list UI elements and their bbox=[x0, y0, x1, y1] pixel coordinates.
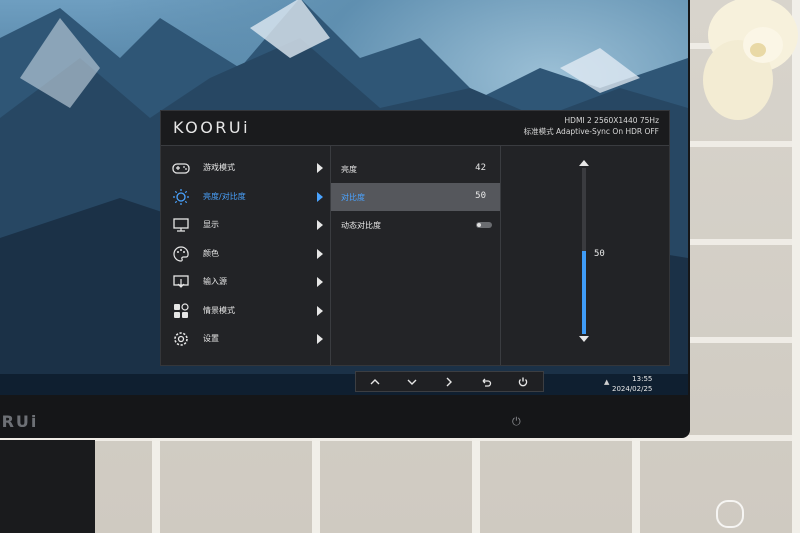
menu-item-color[interactable]: 颜色 bbox=[161, 240, 330, 268]
menu-item-label: 游戏模式 bbox=[203, 163, 235, 172]
chevron-right-icon bbox=[317, 334, 323, 344]
monitor-body: KOORUi HDMI 2 2560X1440 75Hz 标准模式 Adapti… bbox=[0, 0, 690, 438]
slider-up-arrow-icon bbox=[579, 160, 589, 166]
osd-header: KOORUi HDMI 2 2560X1440 75Hz 标准模式 Adapti… bbox=[161, 111, 669, 146]
bezel-power-icon[interactable]: ⏻ bbox=[512, 415, 521, 429]
osd-button-bar bbox=[355, 371, 544, 392]
chevron-right-icon bbox=[317, 220, 323, 230]
menu-item-label: 亮度/对比度 bbox=[203, 192, 246, 201]
menu-item-scene-mode[interactable]: 情景模式 bbox=[161, 297, 330, 325]
menu-item-settings[interactable]: 设置 bbox=[161, 325, 330, 353]
signal-line-1: HDMI 2 2560X1440 75Hz bbox=[564, 116, 659, 125]
monitor-stand bbox=[0, 440, 95, 533]
palette-icon bbox=[173, 246, 189, 262]
submenu-column: 亮度 42 对比度 50 动态对比度 bbox=[331, 146, 501, 365]
chevron-right-icon bbox=[317, 249, 323, 259]
submenu-item-brightness[interactable]: 亮度 42 bbox=[331, 155, 500, 183]
slider-down-arrow-icon bbox=[579, 336, 589, 342]
power-button[interactable] bbox=[504, 372, 541, 391]
return-icon bbox=[482, 378, 491, 387]
brightness-icon bbox=[173, 189, 189, 205]
chevron-down-icon bbox=[407, 379, 416, 385]
display-icon bbox=[173, 218, 189, 232]
power-icon bbox=[518, 377, 527, 386]
osd-brand-logo: KOORUi bbox=[173, 118, 251, 137]
bezel-brand-logo: ORUi bbox=[0, 412, 39, 431]
taskbar-date: 2024/02/25 bbox=[612, 385, 653, 393]
osd-menu: KOORUi HDMI 2 2560X1440 75Hz 标准模式 Adapti… bbox=[160, 110, 670, 366]
scene-mode-icon bbox=[174, 303, 189, 318]
submenu-item-value: 50 bbox=[475, 191, 486, 201]
submenu-item-label: 对比度 bbox=[341, 193, 365, 202]
submenu-item-label: 亮度 bbox=[341, 165, 357, 174]
submenu-item-label: 动态对比度 bbox=[341, 221, 381, 230]
input-source-icon bbox=[173, 275, 189, 288]
menu-item-label: 设置 bbox=[203, 334, 219, 343]
signal-info: HDMI 2 2560X1440 75Hz 标准模式 Adaptive-Sync… bbox=[524, 115, 659, 137]
value-slider-column: 50 bbox=[501, 146, 669, 365]
up-button[interactable] bbox=[356, 372, 393, 391]
tray-arrow-icon[interactable]: ▲ bbox=[604, 378, 609, 386]
signal-line-2: 标准模式 Adaptive-Sync On HDR OFF bbox=[523, 127, 659, 136]
down-button[interactable] bbox=[393, 372, 430, 391]
settings-gear-icon bbox=[174, 332, 188, 346]
menu-item-label: 颜色 bbox=[203, 249, 219, 258]
menu-item-game-mode[interactable]: 游戏模式 bbox=[161, 154, 330, 182]
menu-item-input-source[interactable]: 输入源 bbox=[161, 268, 330, 296]
gamepad-icon bbox=[172, 163, 190, 174]
flower-decoration bbox=[703, 0, 798, 120]
menu-item-display[interactable]: 显示 bbox=[161, 211, 330, 239]
submenu-item-dynamic-contrast[interactable]: 动态对比度 bbox=[331, 211, 500, 239]
contrast-slider-fill bbox=[582, 251, 586, 334]
chevron-right-icon bbox=[446, 377, 452, 386]
menu-item-label: 情景模式 bbox=[203, 306, 235, 315]
back-button[interactable] bbox=[467, 372, 504, 391]
chevron-right-icon bbox=[317, 163, 323, 173]
chevron-right-icon bbox=[317, 192, 323, 202]
slider-value: 50 bbox=[594, 249, 605, 259]
taskbar-clock[interactable]: 13:55 2024/02/25 bbox=[612, 374, 652, 394]
watermark-logo-icon bbox=[716, 500, 744, 528]
desktop-screen: KOORUi HDMI 2 2560X1440 75Hz 标准模式 Adapti… bbox=[0, 0, 688, 395]
menu-item-label: 输入源 bbox=[203, 277, 227, 286]
submenu-item-contrast[interactable]: 对比度 50 bbox=[331, 183, 500, 211]
taskbar-time: 13:55 bbox=[632, 375, 653, 383]
menu-item-brightness-contrast[interactable]: 亮度/对比度 bbox=[161, 183, 330, 211]
submenu-item-value: 42 bbox=[475, 163, 486, 173]
main-menu-column: 游戏模式 亮度/对比度 显示 颜色 输入源 情景模式 设置 bbox=[161, 146, 331, 365]
chevron-right-icon bbox=[317, 306, 323, 316]
dynamic-contrast-toggle[interactable] bbox=[476, 222, 492, 228]
chevron-up-icon bbox=[370, 378, 379, 384]
menu-item-label: 显示 bbox=[203, 220, 219, 229]
right-button[interactable] bbox=[430, 372, 467, 391]
chevron-right-icon bbox=[317, 277, 323, 287]
